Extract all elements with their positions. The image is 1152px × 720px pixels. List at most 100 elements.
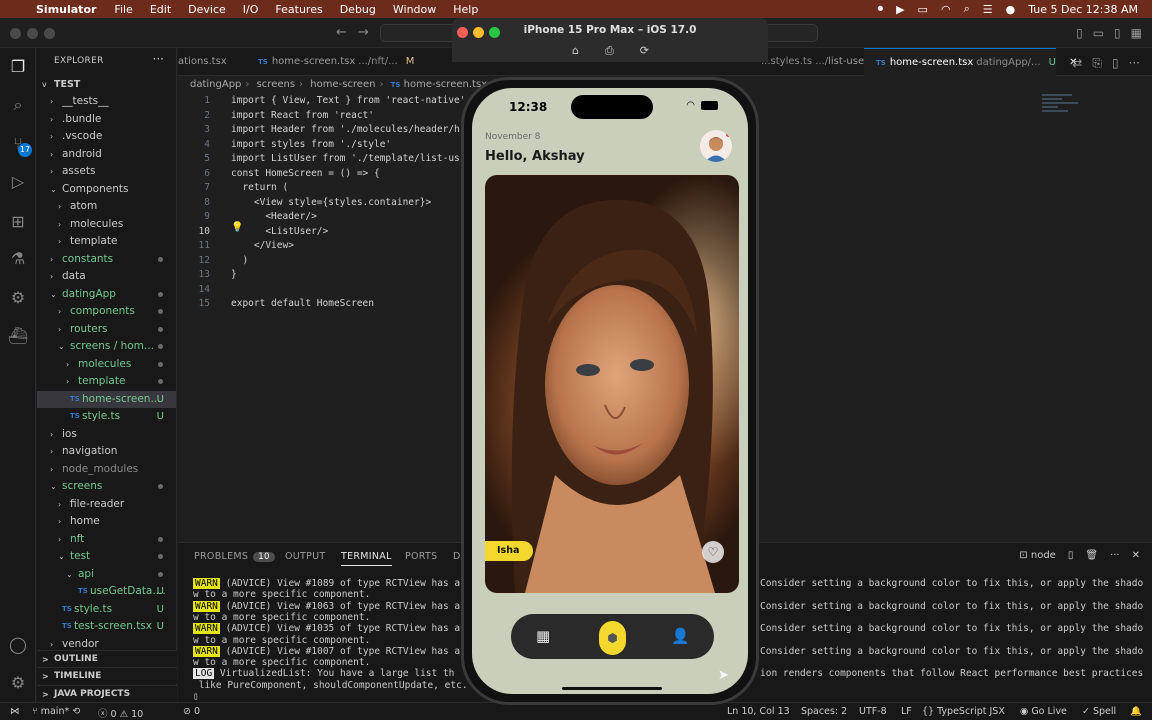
battery-icon[interactable]: ▭ [918,3,928,16]
cursor-position[interactable]: Ln 10, Col 13 [727,706,790,717]
toggle-panel-icon[interactable]: ▭ [1093,26,1104,40]
explorer-item[interactable]: › android [37,146,176,163]
language-mode[interactable]: {} TypeScript JSX [922,706,1005,717]
code-line[interactable]: export default HomeScreen [231,298,374,309]
code-line[interactable]: <ListUser/> [231,226,328,237]
explorer-item[interactable]: TS home-screen... U [37,390,176,408]
home-icon[interactable]: ⌂ [572,44,579,58]
explorer-item[interactable]: TS useGetData.... U [37,583,176,600]
remote-explorer-icon[interactable]: ⚙ [0,288,36,307]
grid-icon[interactable]: ▦ [536,627,550,645]
tab-home-screen-datingapp[interactable]: TS home-screen.tsx datingApp/... U ✕ [864,48,1077,76]
indentation[interactable]: Spaces: 2 [801,706,847,717]
code-line[interactable]: import Header from './molecules/header/h [231,124,460,135]
menu-file[interactable]: File [114,3,132,16]
remote-icon[interactable]: ⋈ [10,706,20,717]
explorer-item[interactable]: ⌄ datingApp [37,286,176,303]
panel-tab-ports[interactable]: PORTS [405,551,437,562]
toggle-secondary-sidebar-icon[interactable]: ▯ [1114,26,1121,40]
explorer-root[interactable]: v TEST [37,76,176,93]
toggle-sidebar-icon[interactable]: ▯ [1076,26,1083,40]
explorer-item[interactable]: › file-reader [37,496,176,513]
split-editor-icon[interactable]: ▯ [1112,56,1119,71]
code-line[interactable]: <View style={styles.container}> [231,197,431,208]
spell-check[interactable]: ✓ Spell [1082,706,1116,717]
code-line[interactable]: const HomeScreen = () => { [231,168,380,179]
branch-indicator[interactable]: ⑂ main* ⟲ [32,706,80,717]
forward-arrow-icon[interactable]: → [358,25,369,40]
trash-icon[interactable]: 🗑 [1085,550,1098,561]
explorer-item[interactable]: TS test-screen.tsx U [37,618,176,635]
ports-indicator[interactable]: ⊘ 0 [183,706,200,717]
explorer-item[interactable]: › routers [37,321,176,338]
code-line[interactable]: return ( [231,182,288,193]
menu-features[interactable]: Features [275,3,322,16]
breadcrumb-item[interactable]: screens [257,79,295,90]
explorer-item[interactable]: › .bundle [37,111,176,128]
encoding[interactable]: UTF-8 [859,706,887,717]
explorer-item[interactable]: › template [37,233,176,250]
explorer-item[interactable]: TS style.ts U [37,408,176,425]
explorer-item[interactable]: › constants [37,251,176,268]
record-icon[interactable]: ⏺ [878,2,884,16]
breadcrumb-item[interactable]: home-screen [310,79,375,90]
explorer-item[interactable]: › nft [37,531,176,548]
back-arrow-icon[interactable]: ← [336,25,347,40]
panel-tab-output[interactable]: OUTPUT [285,551,326,562]
wifi-icon[interactable]: ◠ [941,3,951,16]
customize-layout-icon[interactable]: ▦ [1131,26,1142,40]
code-line[interactable]: </View> [231,240,294,251]
terminal-shell-selector[interactable]: ⊡ node [1019,550,1056,561]
lightbulb-icon[interactable]: 💡 [231,222,243,233]
explorer-item[interactable]: › molecules [37,356,176,373]
window-minimize-button[interactable] [27,28,38,39]
tab-notifications[interactable]: ations.tsx [178,48,250,76]
extensions-icon[interactable]: ⊞ [0,212,36,231]
outline-section[interactable]: > OUTLINE [37,650,177,667]
window-close-button[interactable] [10,28,21,39]
control-center-icon[interactable]: ☰ [983,3,993,16]
search-icon[interactable]: ⌕ [0,95,36,115]
code-line[interactable]: import { View, Text } from 'react-native… [231,95,466,106]
problems-indicator[interactable]: ⓧ 0 ⚠ 10 [98,706,143,720]
explorer-item[interactable]: ⌄ api [37,566,176,583]
explorer-item[interactable]: › .vscode [37,128,176,145]
close-panel-icon[interactable]: ✕ [1132,550,1140,561]
testing-icon[interactable]: ⚗ [0,249,36,268]
explorer-item[interactable]: ⌄ test [37,548,176,565]
rotate-icon[interactable]: ⟳ [640,44,649,58]
menu-edit[interactable]: Edit [150,3,171,16]
open-changes-icon[interactable]: ⎘ [1092,56,1102,71]
user-icon[interactable]: ● [1006,3,1016,16]
explorer-item[interactable]: › assets [37,163,176,180]
timeline-section[interactable]: > TIMELINE [37,667,177,684]
explorer-item[interactable]: › atom [37,198,176,215]
explorer-item[interactable]: TS style.ts U [37,601,176,618]
menu-window[interactable]: Window [393,3,436,16]
avatar[interactable] [700,130,732,162]
home-tab-icon[interactable]: ⬢ [599,621,626,655]
search-icon[interactable]: ⌕ [964,2,970,16]
menubar-clock[interactable]: Tue 5 Dec 12:38 AM [1028,3,1138,16]
code-line[interactable]: import styles from './style' [231,139,391,150]
menu-io[interactable]: I/O [243,3,259,16]
code-line[interactable]: import ListUser from './template/list-us [231,153,460,164]
explorer-item[interactable]: › home [37,513,176,530]
accounts-icon[interactable]: ◯ [0,635,36,654]
go-live-button[interactable]: ◉ Go Live [1020,706,1067,717]
explorer-item[interactable]: ⌄ Components [37,181,176,198]
profile-card[interactable]: Isha ♡ [485,175,739,593]
code-line[interactable]: <Header/> [231,211,316,222]
breadcrumb-item[interactable]: datingApp [190,79,241,90]
explorer-item[interactable]: ⌄ screens [37,478,176,495]
tab-home-screen-nft[interactable]: TS home-screen.tsx .../nft/... M [258,48,433,76]
explorer-item[interactable]: › components [37,303,176,320]
code-line[interactable]: } [231,269,237,280]
screenshot-icon[interactable]: ⎙ [605,44,614,58]
menu-help[interactable]: Help [453,3,478,16]
minimap[interactable] [1042,94,1092,124]
explorer-icon[interactable]: ❐ [0,57,36,76]
line-ending[interactable]: LF [901,706,912,717]
split-terminal-icon[interactable]: ▯ [1068,550,1074,561]
profile-icon[interactable]: 👤 [671,627,690,645]
